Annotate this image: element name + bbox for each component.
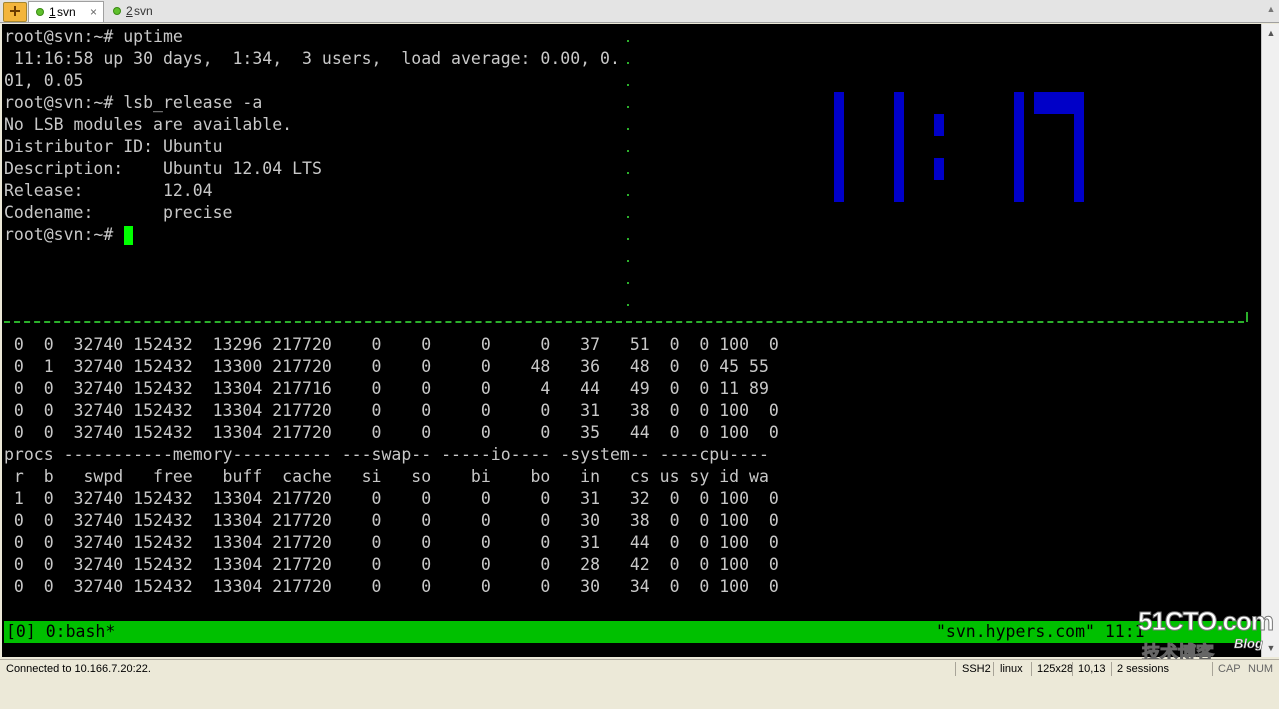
watermark-main: 51CTO.com [1137,606,1274,637]
tab-session-1[interactable]: 1 svn × [28,1,104,22]
clock-digit-segment [1074,92,1084,202]
terminal-line: procs -----------memory---------- ---swa… [4,445,769,464]
terminal-line: Codename: precise [4,203,233,222]
separator-dot [627,62,629,64]
separator-dot [627,260,629,262]
terminal-line: root@svn:~# uptime [4,27,183,46]
terminal-line: 11:16:58 up 30 days, 1:34, 3 users, load… [4,49,620,68]
terminal-line: Release: 12.04 [4,181,213,200]
clock-digit-segment [934,114,944,136]
tmux-status-right: "svn.hypers.com" 11:1 [936,622,1145,641]
clock-digit-segment [834,92,844,202]
tab-menu-button[interactable] [3,2,27,22]
tab-session-2[interactable]: 2 svn [106,1,176,21]
tab-bar: 1 svn × 2 svn ▲ [0,0,1279,23]
cursor-position: 10,13 [1078,663,1106,675]
separator-dot [627,150,629,152]
app-status-bar: Connected to 10.166.7.20:22. SSH2 linux … [0,659,1279,678]
tab-number: 2 [126,4,133,18]
separator-dot [627,128,629,130]
separator-dot [627,216,629,218]
terminal-line: 01, 0.05 [4,71,84,90]
terminal-line: Distributor ID: Ubuntu [4,137,223,156]
status-divider [955,662,956,676]
separator-dot [627,40,629,42]
terminal-line: 0 1 32740 152432 13300 217720 0 0 0 48 3… [4,357,769,376]
separator-dot [627,172,629,174]
terminal-line: 0 0 32740 152432 13304 217716 0 0 0 4 44… [4,379,769,398]
separator-dot [627,282,629,284]
tab-label: svn [57,5,76,19]
tab-number: 1 [49,5,56,19]
vertical-scrollbar[interactable]: ▲ ▼ [1261,24,1279,657]
separator-dot [627,84,629,86]
terminal-line: 0 0 32740 152432 13304 217720 0 0 0 0 30… [4,577,779,596]
pane-separator-horizontal [4,321,1244,323]
watermark-logo: 51CTO.com 技术博客 Blog [1137,606,1274,666]
tab-label: svn [134,4,153,18]
connected-status-icon [36,8,44,16]
terminal-line: 0 0 32740 152432 13296 217720 0 0 0 0 37… [4,335,779,354]
clock-digit-segment [934,158,944,180]
protocol-indicator: SSH2 [962,663,991,675]
caps-lock-indicator: CAP [1218,663,1241,675]
pane-separator-end [1246,312,1248,322]
watermark-blog: Blog [1234,636,1263,652]
terminal-line: 0 0 32740 152432 13304 217720 0 0 0 0 30… [4,511,779,530]
terminal-size: 125x28 [1037,663,1074,675]
terminal-line: 0 0 32740 152432 13304 217720 0 0 0 0 28… [4,555,779,574]
clock-digit-segment [1014,92,1024,202]
separator-dot [627,106,629,108]
terminal-line: 0 0 32740 152432 13304 217720 0 0 0 0 35… [4,423,779,442]
tmux-window-list[interactable]: [0] 0:bash* [6,621,115,643]
num-lock-indicator: NUM [1248,663,1274,675]
terminal-line: root@svn:~# lsb_release -a [4,93,263,112]
terminal-line: 0 0 32740 152432 13304 217720 0 0 0 0 31… [4,533,779,552]
tab-scroll-up-icon[interactable]: ▲ [1266,4,1276,14]
terminal-screen[interactable]: root@svn:~# uptime 11:16:58 up 30 days, … [2,24,1261,657]
terminal-line: root@svn:~# [4,225,124,244]
terminal-type: linux [1000,663,1023,675]
terminal-line: 1 0 32740 152432 13304 217720 0 0 0 0 31… [4,489,779,508]
tmux-status-bar: [0] 0:bash* "svn.hypers.com" 11:1 [4,621,1261,643]
separator-dot [627,194,629,196]
separator-dot [627,238,629,240]
clock-digit-segment [894,92,904,202]
status-divider [1111,662,1112,676]
status-divider [1212,662,1213,676]
terminal-cursor [124,226,133,245]
terminal-line: Description: Ubuntu 12.04 LTS [4,159,322,178]
connection-status: Connected to 10.166.7.20:22. [6,663,151,675]
status-divider [1031,662,1032,676]
close-tab-icon[interactable]: × [90,2,97,22]
terminal-line: No LSB modules are available. [4,115,293,134]
session-count: 2 sessions [1117,663,1169,675]
terminal-line: r b swpd free buff cache si so bi bo in … [4,467,769,486]
status-divider [993,662,994,676]
plus-icon [10,6,20,16]
status-divider [1072,662,1073,676]
terminal-line: 0 0 32740 152432 13304 217720 0 0 0 0 31… [4,401,779,420]
connected-status-icon [113,7,121,15]
scroll-up-arrow-icon[interactable]: ▲ [1264,26,1278,40]
separator-dot [627,304,629,306]
